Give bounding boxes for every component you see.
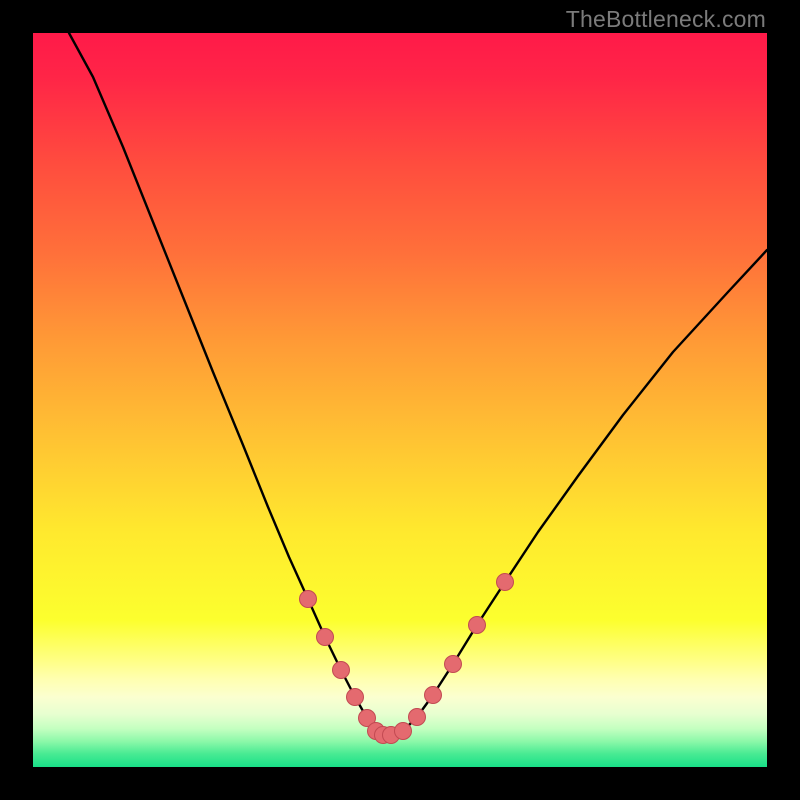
plot-area: [33, 33, 767, 767]
data-marker: [300, 591, 317, 608]
data-marker: [333, 662, 350, 679]
data-marker: [425, 687, 442, 704]
data-marker: [497, 574, 514, 591]
data-marker: [469, 617, 486, 634]
data-marker: [395, 723, 412, 740]
data-marker: [445, 656, 462, 673]
data-marker: [409, 709, 426, 726]
data-marker: [347, 689, 364, 706]
chart-stage: TheBottleneck.com: [0, 0, 800, 800]
bottleneck-curve: [33, 33, 767, 767]
attribution-label: TheBottleneck.com: [566, 6, 766, 33]
data-marker: [317, 629, 334, 646]
